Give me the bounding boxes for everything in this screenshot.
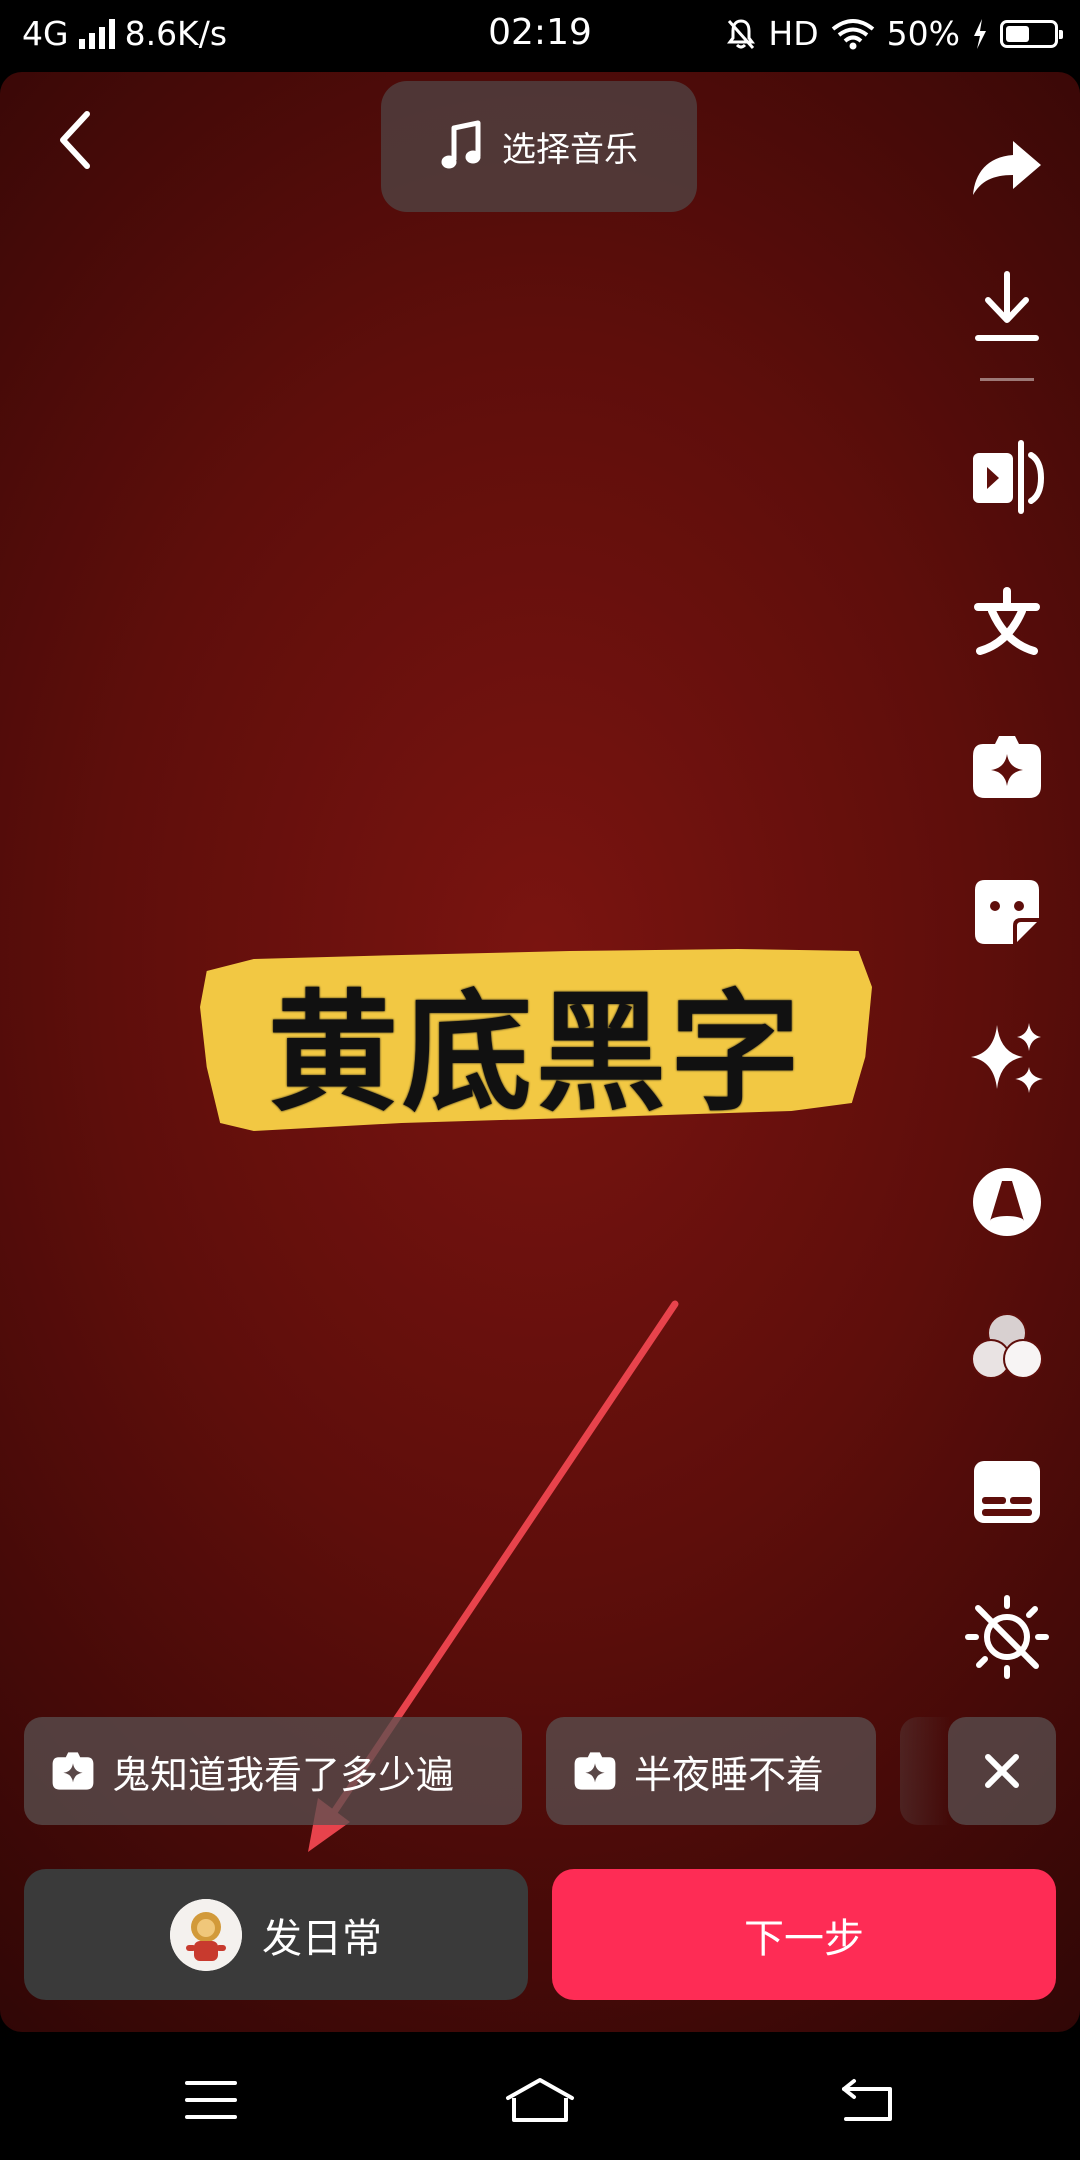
enhance-off-icon bbox=[965, 1595, 1049, 1679]
share-button[interactable] bbox=[962, 122, 1052, 212]
download-icon bbox=[975, 271, 1039, 341]
battery-percent: 50% bbox=[886, 14, 960, 53]
select-music-label: 选择音乐 bbox=[502, 130, 638, 170]
enhance-button[interactable] bbox=[962, 1592, 1052, 1682]
close-icon bbox=[985, 1754, 1019, 1788]
template-chip[interactable]: 半夜睡不着 bbox=[546, 1717, 876, 1825]
wifi-icon bbox=[831, 18, 874, 49]
template-chip-label: 鬼知道我看了多少遍 bbox=[112, 1752, 455, 1797]
hd-label: HD bbox=[768, 14, 819, 53]
battery-icon bbox=[1000, 19, 1063, 48]
back-button[interactable] bbox=[40, 100, 110, 180]
back-nav-icon bbox=[842, 2079, 892, 2121]
share-icon bbox=[973, 141, 1041, 195]
menu-icon bbox=[185, 2081, 237, 2119]
sticker-icon bbox=[975, 880, 1039, 944]
toolbar-divider bbox=[980, 378, 1034, 381]
status-right: HD 50% bbox=[726, 14, 1063, 53]
music-note-icon bbox=[441, 120, 481, 168]
effects-icon bbox=[574, 1752, 616, 1790]
magic-effects-button[interactable] bbox=[962, 1012, 1052, 1102]
filter-button[interactable] bbox=[962, 1157, 1052, 1247]
color-icon bbox=[971, 1313, 1043, 1379]
status-bar: 4G 8.6K/s 02:19 HD 50% bbox=[0, 0, 1080, 72]
next-step-button[interactable]: 下一步 bbox=[552, 1869, 1056, 2000]
next-step-label: 下一步 bbox=[744, 1915, 864, 1962]
navigation-bar bbox=[0, 2035, 1080, 2160]
post-daily-button[interactable]: 发日常 bbox=[24, 1869, 528, 2000]
text-button[interactable] bbox=[962, 577, 1052, 667]
text-sticker[interactable]: 黄底黑字 bbox=[200, 942, 872, 1142]
chevron-left-icon bbox=[60, 111, 90, 169]
subtitle-icon bbox=[974, 1461, 1040, 1523]
select-music-button[interactable]: 选择音乐 bbox=[381, 81, 697, 212]
avatar-image bbox=[170, 1898, 242, 1971]
back-nav-button[interactable] bbox=[822, 2065, 912, 2135]
template-chip-overflow bbox=[900, 1717, 950, 1825]
video-editor-canvas[interactable]: 选择音乐 黄底黑字 鬼知道我看了多少遍 半夜睡不着 发日常 下一步 bbox=[0, 72, 1080, 2032]
template-chip-label: 半夜睡不着 bbox=[634, 1752, 825, 1797]
mute-bell-icon bbox=[727, 18, 756, 49]
text-icon bbox=[974, 587, 1040, 655]
post-daily-label: 发日常 bbox=[262, 1915, 382, 1962]
avatar bbox=[170, 1898, 242, 1971]
effects-icon bbox=[52, 1752, 94, 1790]
template-chip[interactable]: 鬼知道我看了多少遍 bbox=[24, 1717, 522, 1825]
home-icon bbox=[506, 2078, 574, 2122]
clip-icon bbox=[973, 440, 1045, 514]
charging-icon bbox=[974, 18, 986, 49]
effects-button[interactable] bbox=[962, 722, 1052, 812]
sticker-button[interactable] bbox=[962, 867, 1052, 957]
color-adjust-button[interactable] bbox=[962, 1302, 1052, 1392]
filter-icon bbox=[973, 1168, 1041, 1236]
effects-icon bbox=[973, 736, 1041, 798]
clip-button[interactable] bbox=[962, 432, 1052, 522]
close-chips-button[interactable] bbox=[948, 1717, 1056, 1825]
sparkle-icon bbox=[971, 1023, 1043, 1093]
menu-button[interactable] bbox=[166, 2065, 256, 2135]
download-button[interactable] bbox=[962, 262, 1052, 352]
subtitle-button[interactable] bbox=[962, 1447, 1052, 1537]
home-button[interactable] bbox=[495, 2065, 585, 2135]
battery-fill bbox=[1006, 25, 1029, 42]
